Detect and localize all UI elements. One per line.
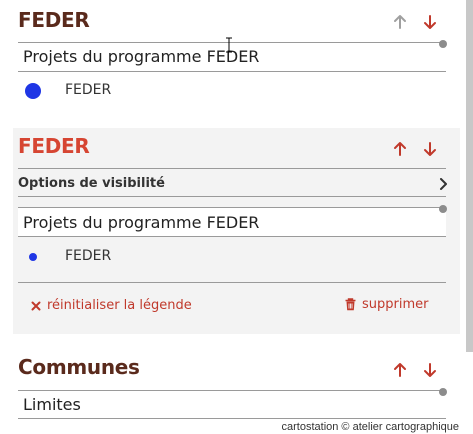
visibility-options-toggle[interactable]: Options de visibilité: [18, 176, 165, 191]
move-up-button[interactable]: [392, 14, 408, 30]
opacity-slider-handle[interactable]: [439, 205, 447, 213]
reset-legend-button[interactable]: réinitialiser la légende: [31, 298, 192, 313]
layer-subtitle: Projets du programme FEDER: [23, 47, 260, 66]
reset-legend-label: réinitialiser la légende: [47, 298, 192, 313]
move-down-button[interactable]: [422, 362, 438, 378]
legend-symbol: [29, 253, 37, 261]
arrow-up-icon: [394, 15, 406, 29]
opacity-slider-track[interactable]: [18, 207, 446, 208]
layer-title: Communes: [18, 355, 140, 379]
footer-credit: cartostation © atelier cartographique: [281, 421, 459, 433]
layer-title: FEDER: [18, 8, 90, 32]
layer-subtitle: Limites: [23, 395, 81, 414]
divider: [18, 282, 446, 283]
opacity-slider-track[interactable]: [18, 390, 446, 391]
delete-layer-button[interactable]: supprimer: [345, 297, 428, 312]
layer-subtitle: Projets du programme FEDER: [23, 213, 260, 232]
move-down-button[interactable]: [422, 141, 438, 157]
legend-label: FEDER: [65, 82, 112, 98]
divider: [18, 196, 446, 197]
legend-symbol: [25, 83, 41, 99]
move-down-button[interactable]: [422, 14, 438, 30]
arrow-down-icon: [424, 15, 436, 29]
layers-panel: FEDER Projets du programme FEDER FEDER F…: [0, 0, 473, 434]
chevron-right-icon[interactable]: [439, 178, 449, 190]
arrow-up-icon: [394, 363, 406, 377]
scrollbar[interactable]: [466, 0, 473, 352]
arrow-down-icon: [424, 142, 436, 156]
legend-label: FEDER: [65, 248, 112, 264]
divider: [18, 71, 446, 72]
text-cursor-icon: [226, 37, 232, 53]
delete-layer-label: supprimer: [362, 297, 429, 312]
close-icon: [31, 301, 41, 310]
opacity-slider-handle[interactable]: [439, 388, 447, 396]
move-up-button[interactable]: [392, 362, 408, 378]
divider: [18, 168, 446, 169]
layer-title: FEDER: [18, 134, 90, 158]
trash-icon: [345, 298, 356, 311]
arrow-down-icon: [424, 363, 436, 377]
divider: [18, 418, 446, 419]
move-up-button[interactable]: [392, 141, 408, 157]
divider: [18, 236, 446, 237]
arrow-up-icon: [394, 142, 406, 156]
opacity-slider-handle[interactable]: [439, 40, 447, 48]
